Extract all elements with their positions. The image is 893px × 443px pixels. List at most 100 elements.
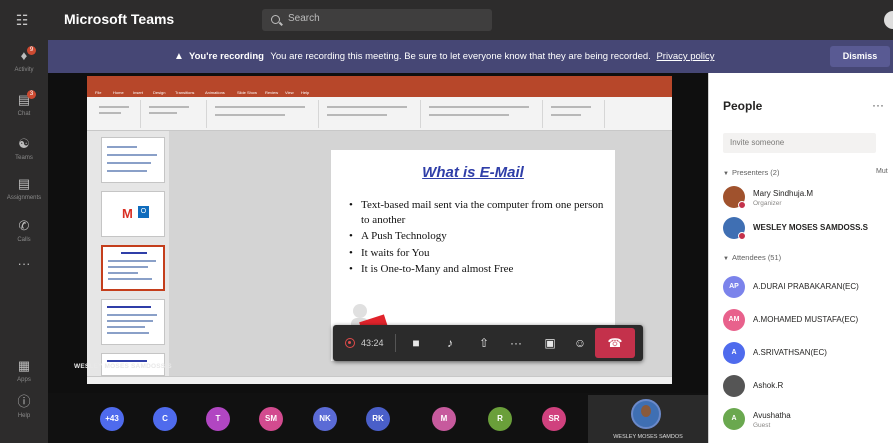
slide-bullet-list: Text-based mail sent via the computer fr… (349, 198, 604, 279)
ribbon-group-drawing (423, 100, 543, 128)
slide-thumbnail[interactable]: M O (101, 191, 165, 237)
person-row[interactable]: AM A.MOHAMED MUSTAFA(EC) (723, 306, 893, 336)
invite-someone-input[interactable]: Invite someone (723, 133, 876, 153)
presence-icon (738, 201, 746, 209)
slide-bullet: It is One-to-Many and almost Free (349, 262, 604, 277)
phone-icon: ✆ (18, 218, 30, 233)
participant-avatar[interactable]: SR (542, 407, 566, 431)
mic-muted-icon[interactable]: ♪ (439, 333, 461, 353)
ppt-title-bar (87, 76, 672, 88)
presenters-section-header[interactable]: ▼ Presenters (2) (723, 168, 779, 177)
search-placeholder: Search (288, 13, 320, 24)
teams-icon: ☯ (18, 136, 30, 151)
person-avatar: A (723, 342, 745, 364)
recording-indicator-icon (345, 338, 355, 348)
chevron-down-icon: ▼ (723, 256, 729, 262)
person-role: Guest (753, 422, 771, 429)
share-screen-icon[interactable]: ⇧ (473, 333, 495, 353)
camera-off-icon[interactable]: ■ (405, 333, 427, 353)
person-row[interactable]: A A.SRIVATHSAN(EC) (723, 339, 893, 369)
person-name: A.SRIVATHSAN(EC) (753, 348, 827, 357)
person-name: A.DURAI PRABAKARAN(EC) (753, 282, 859, 291)
recording-banner: ▲ You're recording You are recording this… (48, 40, 893, 73)
ppt-tab: Design (153, 90, 166, 95)
person-name: Ashok.R (753, 381, 784, 390)
slide-thumbnail[interactable] (101, 137, 165, 183)
search-icon (271, 15, 280, 24)
rail-item-more[interactable]: ··· (0, 250, 48, 294)
chevron-down-icon: ▼ (723, 171, 729, 177)
person-name: A.MOHAMED MUSTAFA(EC) (753, 315, 859, 324)
help-icon: ⓘ (17, 394, 31, 409)
person-name: WESLEY MOSES SAMDOSS.S (753, 223, 868, 232)
person-name: Avushatha (753, 411, 791, 420)
person-avatar: AP (723, 276, 745, 298)
person-row[interactable]: Ashok.R (723, 372, 893, 402)
person-avatar (723, 375, 745, 397)
rail-label-apps: Apps (17, 377, 31, 383)
overflow-participants-button[interactable]: +43 (100, 407, 124, 431)
person-row[interactable]: WESLEY MOSES SAMDOSS.S (723, 214, 893, 244)
ppt-tab: Help (301, 90, 310, 95)
person-name: Mary Sindhuja.M (753, 189, 814, 198)
attendees-section-header[interactable]: ▼ Attendees (51) (723, 253, 781, 262)
more-actions-icon[interactable]: ··· (505, 333, 527, 353)
ribbon-group-slides (143, 100, 207, 128)
slide-thumbnail-pane: M O (87, 131, 169, 376)
assignments-icon: ▤ (17, 176, 31, 191)
dismiss-button[interactable]: Dismiss (830, 46, 890, 67)
person-row[interactable]: AP A.DURAI PRABAKARAN(EC) (723, 273, 893, 303)
ppt-ribbon-tabs: File Home Insert Design Transitions Anim… (87, 88, 672, 97)
rail-label-teams: Teams (15, 155, 33, 161)
participant-avatar[interactable]: M (432, 407, 456, 431)
ppt-tab: Home (113, 90, 124, 95)
app-bar: ♦ 9 Activity ▤ 3 Chat ☯ Teams ▤ Assignme… (0, 40, 48, 443)
recording-message: You are recording this meeting. Be sure … (270, 51, 651, 62)
meeting-stage: File Home Insert Design Transitions Anim… (48, 73, 708, 443)
self-video-tile[interactable]: WESLEY MOSES SAMDOS (588, 395, 708, 443)
participant-avatar[interactable]: R (488, 407, 512, 431)
participant-avatar[interactable]: C (153, 407, 177, 431)
participant-avatar[interactable]: T (206, 407, 230, 431)
slide-title: What is E-Mail (422, 164, 524, 181)
rail-label-chat: Chat (17, 111, 31, 117)
ppt-tab: View (285, 90, 294, 95)
apps-icon: ▦ (17, 358, 31, 373)
participant-avatar[interactable]: RK (366, 407, 390, 431)
presence-icon (738, 232, 746, 240)
app-launcher-icon[interactable]: ☷ (14, 12, 30, 28)
rail-item-help[interactable]: ⓘ Help (0, 388, 48, 432)
search-box[interactable]: Search (262, 9, 492, 31)
rail-item-teams[interactable]: ☯ Teams (0, 130, 48, 174)
ppt-tab: Review (265, 90, 279, 95)
mute-all-button[interactable]: Mut (876, 168, 888, 175)
attendees-label: Attendees (51) (731, 253, 782, 262)
participant-strip: +43 C T SM NK RK M R SR WESLEY MOSES SAM… (48, 393, 708, 443)
slide-bullet: Text-based mail sent via the computer fr… (349, 198, 604, 227)
ppt-status-bar (87, 376, 672, 384)
rail-item-chat[interactable]: ▤ 3 Chat (0, 86, 48, 130)
rail-item-assignments[interactable]: ▤ Assignments (0, 170, 48, 214)
more-icon: ··· (17, 256, 31, 271)
person-role: Organizer (753, 200, 782, 207)
rail-item-activity[interactable]: ♦ 9 Activity (0, 42, 48, 86)
participants-icon[interactable]: ☺ (569, 333, 591, 353)
person-row[interactable]: A Avushatha Guest (723, 405, 893, 435)
slide-thumbnail[interactable] (101, 299, 165, 345)
slide-thumbnail-selected[interactable] (101, 245, 165, 291)
person-avatar: A (723, 408, 745, 430)
app-title: Microsoft Teams (64, 11, 175, 27)
chat-icon[interactable]: ▣ (539, 333, 561, 353)
self-avatar (631, 399, 661, 429)
chat-badge: 3 (27, 90, 36, 99)
rail-label-calls: Calls (17, 237, 31, 243)
meeting-control-bar: 43:24 ■ ♪ ⇧ ··· ▣ ☺ ☎ (333, 325, 643, 361)
hang-up-button[interactable]: ☎ (595, 328, 635, 358)
privacy-policy-link[interactable]: Privacy policy (656, 51, 714, 62)
warning-icon: ▲ (174, 51, 184, 62)
person-row[interactable]: Mary Sindhuja.M Organizer (723, 183, 893, 213)
profile-avatar[interactable] (884, 11, 893, 29)
participant-avatar[interactable]: SM (259, 407, 283, 431)
more-options-icon[interactable]: ··· (872, 98, 884, 112)
participant-avatar[interactable]: NK (313, 407, 337, 431)
